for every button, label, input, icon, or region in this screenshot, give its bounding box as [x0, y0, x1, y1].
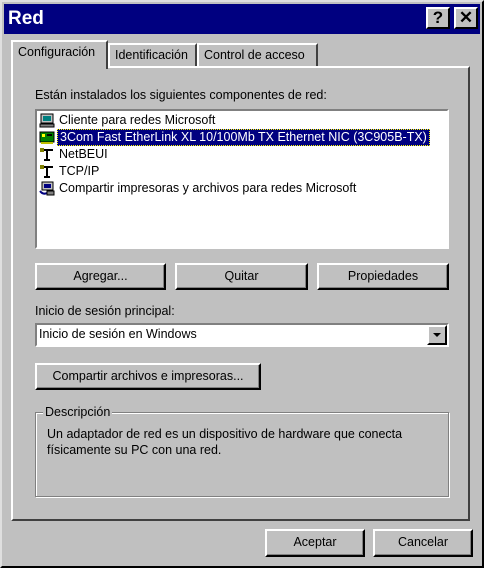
window-title: Red	[8, 8, 44, 29]
logon-select-value: Inicio de sesión en Windows	[39, 327, 197, 341]
list-item-label: NetBEUI	[59, 147, 108, 161]
close-button[interactable]: ✕	[454, 7, 478, 29]
list-item[interactable]: NetBEUI	[38, 146, 448, 163]
tab-control-acceso[interactable]: Control de acceso	[197, 43, 318, 67]
components-label: Están instalados los siguientes componen…	[35, 88, 327, 102]
properties-button[interactable]: Propiedades	[317, 263, 449, 290]
tab-label: Configuración	[18, 45, 96, 59]
tab-label: Identificación	[115, 48, 188, 62]
logon-label: Inicio de sesión principal:	[35, 304, 175, 318]
protocol-icon	[40, 165, 53, 178]
list-item-label: TCP/IP	[59, 164, 100, 178]
add-button[interactable]: Agregar...	[35, 263, 166, 290]
network-adapter-icon	[39, 131, 55, 144]
ok-button[interactable]: Aceptar	[265, 529, 365, 557]
protocol-icon	[40, 148, 53, 161]
help-button[interactable]: ?	[426, 7, 450, 29]
title-bar[interactable]: Red ? ✕	[4, 4, 480, 34]
tab-label: Control de acceso	[204, 48, 305, 62]
remove-button[interactable]: Quitar	[175, 263, 308, 290]
list-item-selected[interactable]: 3Com Fast EtherLink XL 10/100Mb TX Ether…	[38, 129, 448, 146]
description-text: Un adaptador de red es un dispositivo de…	[47, 427, 403, 457]
cancel-button[interactable]: Cancelar	[373, 529, 473, 557]
network-client-icon	[39, 113, 55, 128]
chevron-down-icon	[433, 333, 441, 337]
dropdown-button[interactable]	[427, 325, 447, 345]
list-item-label: 3Com Fast EtherLink XL 10/100Mb TX Ether…	[57, 129, 430, 146]
description-legend: Descripción	[43, 405, 113, 419]
tab-configuracion[interactable]: Configuración	[11, 40, 108, 69]
list-item-label: Compartir impresoras y archivos para red…	[59, 181, 357, 195]
list-item-label: Cliente para redes Microsoft	[59, 113, 216, 127]
list-item[interactable]: TCP/IP	[38, 163, 448, 180]
tab-identificacion[interactable]: Identificación	[108, 43, 197, 67]
list-item[interactable]: Cliente para redes Microsoft	[38, 112, 448, 129]
list-item[interactable]: Compartir impresoras y archivos para red…	[38, 180, 448, 197]
share-files-printers-button[interactable]: Compartir archivos e impresoras...	[35, 363, 261, 390]
components-list[interactable]: Cliente para redes Microsoft 3Com Fast E…	[35, 109, 449, 249]
file-printer-sharing-icon	[39, 181, 55, 196]
logon-select[interactable]: Inicio de sesión en Windows	[35, 323, 449, 347]
